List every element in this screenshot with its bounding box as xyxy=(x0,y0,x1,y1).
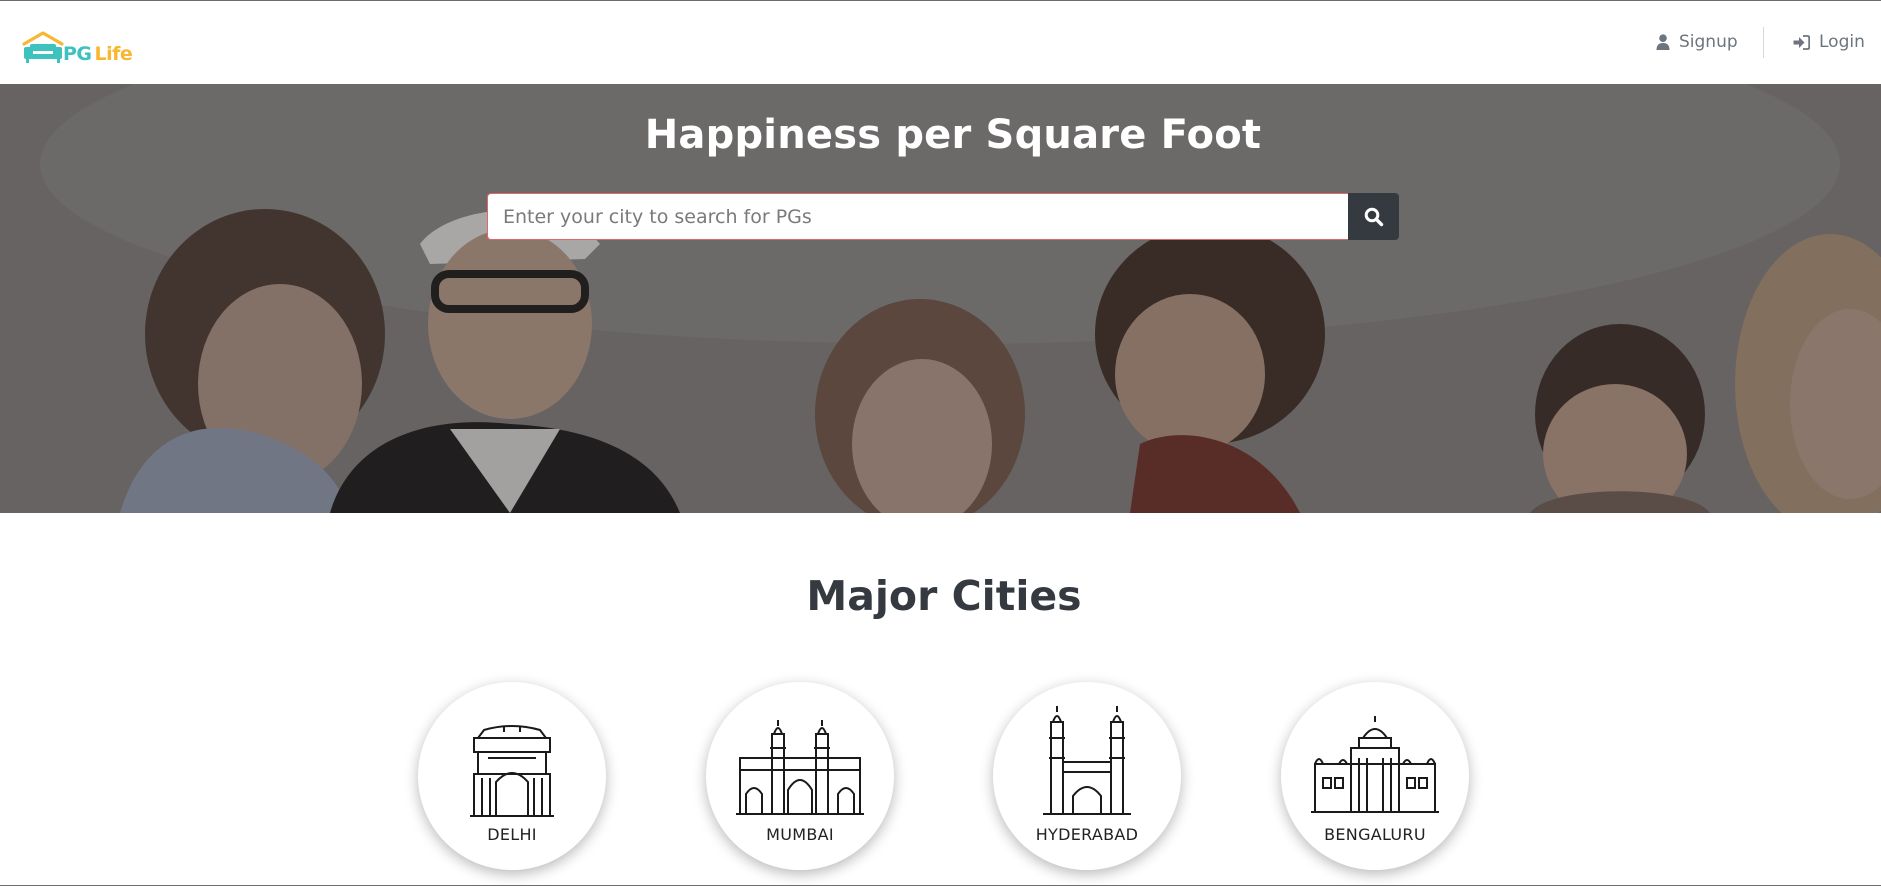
city-card-hyderabad[interactable]: HYDERABAD xyxy=(993,682,1181,870)
user-icon xyxy=(1656,34,1670,50)
brand-name-pg: PG xyxy=(63,43,92,65)
city-name: DELHI xyxy=(487,825,537,844)
login-link[interactable]: Login xyxy=(1793,32,1873,52)
nav-divider xyxy=(1763,27,1764,58)
city-card-mumbai[interactable]: MUMBAI xyxy=(706,682,894,870)
brand-logo[interactable]: PG Life xyxy=(21,25,133,65)
hero-banner: Happiness per Square Foot xyxy=(0,84,1881,513)
major-cities-title: Major Cities xyxy=(806,572,1082,620)
login-label: Login xyxy=(1819,32,1865,52)
brand-name: PG Life xyxy=(63,43,133,65)
city-card-delhi[interactable]: DELHI xyxy=(418,682,606,870)
city-card-bengaluru[interactable]: BENGALURU xyxy=(1281,682,1469,870)
city-search-input[interactable] xyxy=(487,193,1349,240)
brand-name-life: Life xyxy=(94,43,133,65)
signup-link[interactable]: Signup xyxy=(1656,32,1751,52)
signup-label: Signup xyxy=(1679,32,1738,52)
house-sofa-logo-icon xyxy=(22,31,64,63)
city-name: MUMBAI xyxy=(766,825,834,844)
search-button[interactable] xyxy=(1348,193,1399,240)
city-list: DELHI MUMBAI HYDERABAD BENGALURU xyxy=(0,682,1881,872)
city-name: HYDERABAD xyxy=(1035,825,1139,844)
sign-in-icon xyxy=(1793,34,1810,50)
search-icon xyxy=(1364,207,1383,226)
navbar: PG Life Signup Login xyxy=(0,1,1881,84)
hero-title: Happiness per Square Foot xyxy=(644,112,1262,158)
city-name: BENGALURU xyxy=(1324,825,1426,844)
search-bar xyxy=(487,193,1399,240)
